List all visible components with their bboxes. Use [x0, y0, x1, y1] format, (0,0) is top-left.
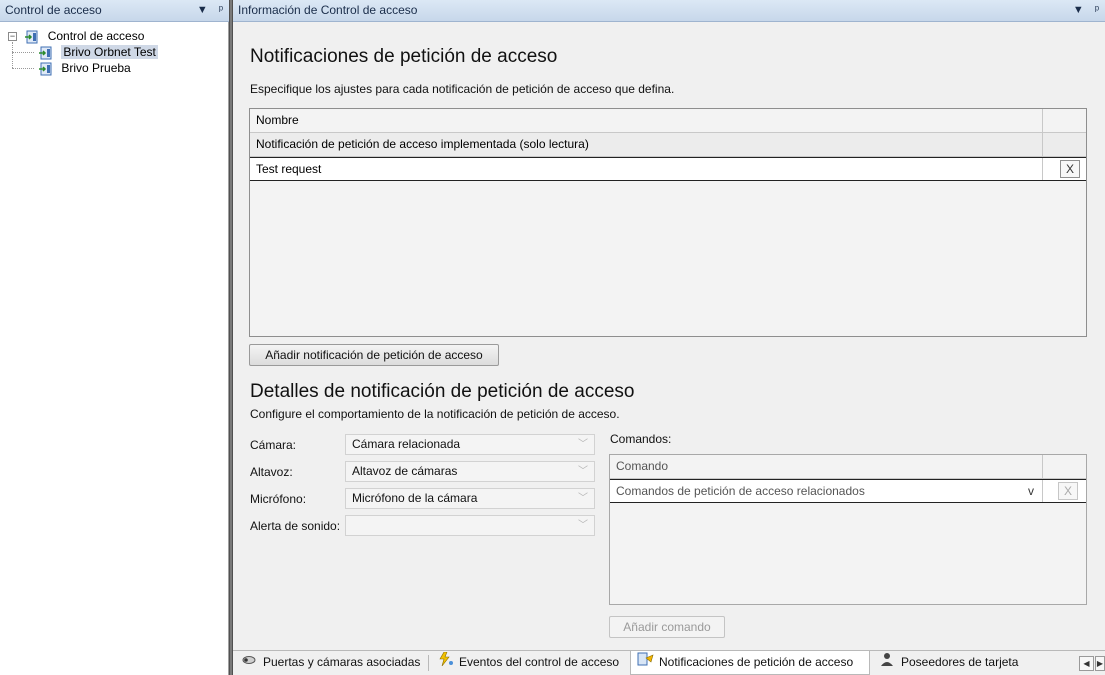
microphone-select[interactable]: Micrófono de la cámara ﹀	[345, 488, 595, 509]
bottom-tab-bar: Puertas y cámaras asociadas Eventos del …	[233, 650, 1105, 675]
tab-access-request-notifications[interactable]: Notificaciones de petición de acceso	[630, 651, 870, 675]
requests-heading: Notificaciones de petición de acceso	[250, 46, 558, 67]
dropdown-icon[interactable]: ▼	[1073, 4, 1084, 16]
speaker-label: Altavoz:	[250, 465, 293, 479]
tree-root-label: Control de acceso	[47, 29, 145, 43]
dropdown-arrow-icon[interactable]: v	[1028, 480, 1034, 503]
notification-icon	[637, 651, 655, 674]
grid-header: Nombre	[250, 109, 1086, 133]
door-icon	[39, 62, 52, 76]
tree-item-brivo-orbnet-test[interactable]: Brivo Orbnet Test	[8, 44, 158, 60]
tree-item-label: Brivo Orbnet Test	[61, 45, 158, 59]
sound-alert-label: Alerta de sonido:	[250, 519, 341, 533]
tab-doors-cameras[interactable]: Puertas y cámaras asociadas	[235, 651, 425, 675]
tab-label: Notificaciones de petición de acceso	[659, 655, 854, 669]
column-header-name: Nombre	[256, 113, 299, 127]
right-pane: Información de Control de acceso ▼ ᵖ Not…	[233, 0, 1105, 675]
tab-scroll-right-icon[interactable]: ▶	[1095, 656, 1105, 671]
tree-item-label: Brivo Prueba	[61, 61, 131, 75]
collapse-icon[interactable]: −	[8, 32, 17, 42]
tab-scroll-left-icon[interactable]: ◀	[1079, 656, 1094, 671]
commands-label: Comandos:	[610, 432, 672, 446]
table-row[interactable]: Test request X	[250, 157, 1086, 181]
details-description: Configure el comportamiento de la notifi…	[250, 407, 620, 421]
command-row-value: Comandos de petición de acceso relaciona…	[616, 484, 865, 498]
tab-label: Eventos del control de acceso	[459, 655, 620, 669]
right-pane-header: Información de Control de acceso ▼ ᵖ	[233, 0, 1105, 22]
speaker-select[interactable]: Altavoz de cámaras ﹀	[345, 461, 595, 482]
tab-cardholders[interactable]: Poseedores de tarjeta	[873, 651, 1023, 675]
commands-grid-header: Comando	[610, 455, 1086, 479]
microphone-select-value: Micrófono de la cámara	[352, 491, 478, 505]
left-pane: Control de acceso ▼ ᵖ − Control de acces…	[0, 0, 229, 675]
camera-select[interactable]: Cámara relacionada ﹀	[345, 434, 595, 455]
sound-alert-select[interactable]: ﹀	[345, 515, 595, 536]
tab-label: Puertas y cámaras asociadas	[263, 655, 421, 669]
add-request-button[interactable]: Añadir notificación de petición de acces…	[249, 344, 499, 366]
access-control-tree: − Control de acceso Brivo Orbnet Test Br…	[8, 28, 158, 76]
commands-grid: Comando Comandos de petición de acceso r…	[609, 454, 1087, 605]
tab-label: Poseedores de tarjeta	[901, 655, 1019, 669]
pin-icon[interactable]: ᵖ	[219, 4, 223, 16]
delete-command-button[interactable]: X	[1058, 482, 1078, 500]
speaker-select-value: Altavoz de cámaras	[352, 464, 458, 478]
chevron-down-icon: ﹀	[578, 520, 588, 531]
delete-button[interactable]: X	[1060, 160, 1080, 178]
add-command-button[interactable]: Añadir comando	[609, 616, 725, 638]
tree-item-brivo-prueba[interactable]: Brivo Prueba	[8, 60, 158, 76]
table-row[interactable]: Comandos de petición de acceso relaciona…	[610, 479, 1086, 503]
camera-label: Cámara:	[250, 438, 297, 452]
table-row[interactable]: Notificación de petición de acceso imple…	[250, 133, 1086, 157]
column-header-command: Comando	[616, 459, 669, 473]
door-icon	[39, 46, 52, 60]
tab-access-events[interactable]: Eventos del control de acceso	[431, 651, 627, 675]
pin-icon[interactable]: ᵖ	[1095, 4, 1099, 16]
requests-grid: Nombre Notificación de petición de acces…	[249, 108, 1087, 337]
camera-icon	[241, 651, 259, 674]
tree-root[interactable]: − Control de acceso	[8, 28, 158, 44]
person-icon	[879, 651, 897, 674]
chevron-down-icon: ﹀	[578, 439, 588, 450]
row-name: Notificación de petición de acceso imple…	[256, 137, 589, 151]
chevron-down-icon: ﹀	[578, 493, 588, 504]
right-pane-title: Información de Control de acceso	[238, 3, 418, 17]
microphone-label: Micrófono:	[250, 492, 307, 506]
requests-description: Especifique los ajustes para cada notifi…	[250, 82, 675, 96]
lightning-icon	[437, 651, 455, 674]
chevron-down-icon: ﹀	[578, 466, 588, 477]
left-pane-header: Control de acceso ▼ ᵖ	[0, 0, 229, 22]
left-pane-title: Control de acceso	[5, 3, 102, 17]
details-heading: Detalles de notificación de petición de …	[250, 381, 635, 402]
access-control-icon	[25, 30, 38, 44]
row-name: Test request	[256, 162, 322, 176]
camera-select-value: Cámara relacionada	[352, 437, 461, 451]
dropdown-icon[interactable]: ▼	[197, 4, 208, 16]
